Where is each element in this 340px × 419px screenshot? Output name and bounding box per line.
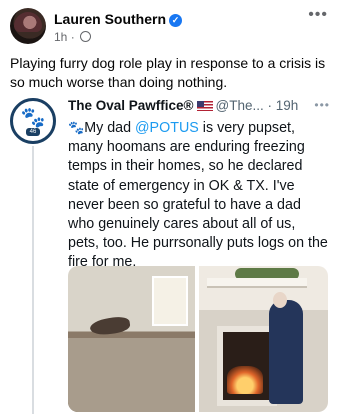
tweet-text-intro: My dad [84, 120, 136, 136]
tweet-account-name[interactable]: The Oval Pawffice® [68, 98, 194, 113]
tweet-time[interactable]: · 19h [268, 98, 299, 113]
avatar-badge: 46 [26, 128, 40, 136]
tweet-text-body: is very pupset, many hoomans are endurin… [68, 120, 328, 271]
post-meta: 1h · [54, 30, 92, 44]
us-flag-icon [196, 101, 213, 111]
tweet-handle[interactable]: @The... [216, 98, 264, 113]
avatar-hair [14, 12, 42, 32]
photo-fireplace[interactable] [199, 266, 328, 412]
paw-emoji-icon: 🐾 [68, 120, 85, 135]
thread-line [32, 146, 34, 414]
globe-icon [80, 31, 92, 42]
photo-mantel [207, 278, 307, 288]
verified-badge-icon: ✓ [169, 14, 183, 27]
photo-man [269, 300, 303, 404]
photo-rug [68, 338, 195, 412]
author-name-row[interactable]: Lauren Southern ✓ [54, 11, 183, 27]
embedded-tweet[interactable]: 🐾 46 The Oval Pawffice® @The... · 19h •••… [10, 96, 330, 414]
tweet-avatar[interactable]: 🐾 46 [10, 98, 56, 144]
photo-dog [89, 315, 131, 337]
tweet-media[interactable] [68, 266, 328, 412]
post-header: Lauren Southern ✓ 1h · ••• [10, 7, 330, 48]
tweet-text: 🐾My dad @POTUS is very pupset, many hoom… [68, 118, 328, 273]
more-options-icon[interactable]: ••• [308, 7, 328, 23]
photo-dog-in-office[interactable] [68, 266, 195, 412]
post-time[interactable]: 1h [54, 30, 67, 44]
photo-man-head [273, 292, 287, 308]
photo-fire [227, 366, 263, 394]
post-caption: Playing furry dog role play in response … [10, 55, 326, 90]
photo-window [152, 276, 188, 326]
tweet-more-icon[interactable]: ••• [314, 98, 330, 112]
author-name[interactable]: Lauren Southern [54, 11, 166, 27]
tweet-mention-link[interactable]: @POTUS [135, 120, 199, 136]
author-avatar[interactable] [10, 8, 46, 44]
paw-print-icon: 🐾 [20, 107, 46, 129]
tweet-header: The Oval Pawffice® @The... · 19h [68, 98, 330, 116]
meta-separator: · [70, 30, 75, 44]
